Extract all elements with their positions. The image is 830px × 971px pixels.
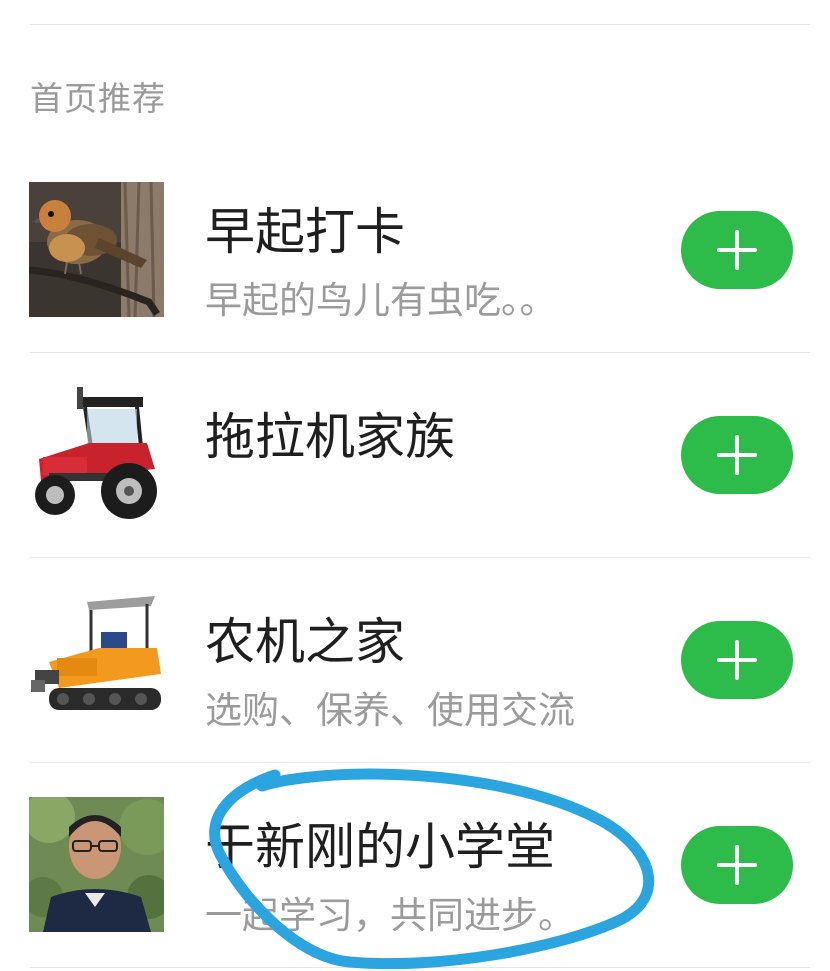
group-title: 早起打卡 xyxy=(205,203,405,261)
list-item-farm-machinery-home[interactable]: 农机之家 选购、保养、使用交流 xyxy=(0,558,830,763)
list-item-tractor-family[interactable]: 拖拉机家族 xyxy=(0,353,830,558)
group-subtitle: 一起学习，共同进步。 xyxy=(205,894,575,937)
list-item-classroom[interactable]: 于新刚的小学堂 一起学习，共同进步。 xyxy=(0,763,830,968)
plus-icon xyxy=(717,640,757,680)
group-title: 于新刚的小学堂 xyxy=(205,818,555,876)
add-button[interactable] xyxy=(681,211,793,289)
add-button[interactable] xyxy=(681,826,793,904)
group-list: 早起打卡 早起的鸟儿有虫吃。。 拖拉机家族 农机之家 选购、保养、使用交流 于新… xyxy=(0,148,830,968)
group-subtitle: 选购、保养、使用交流 xyxy=(205,689,575,732)
tractor-avatar-icon xyxy=(29,387,164,522)
top-divider xyxy=(30,24,810,25)
plus-icon xyxy=(717,435,757,475)
plus-icon xyxy=(717,845,757,885)
divider xyxy=(30,967,810,968)
bird-avatar-icon xyxy=(29,182,164,317)
section-title: 首页推荐 xyxy=(30,79,166,118)
plus-icon xyxy=(717,230,757,270)
crawler-machine-avatar-icon xyxy=(29,592,164,727)
add-button[interactable] xyxy=(681,416,793,494)
person-avatar-icon xyxy=(29,797,164,932)
group-title: 拖拉机家族 xyxy=(205,408,455,466)
group-subtitle: 早起的鸟儿有虫吃。。 xyxy=(205,279,557,322)
add-button[interactable] xyxy=(681,621,793,699)
list-item-early-rise[interactable]: 早起打卡 早起的鸟儿有虫吃。。 xyxy=(0,148,830,353)
group-title: 农机之家 xyxy=(205,613,405,671)
